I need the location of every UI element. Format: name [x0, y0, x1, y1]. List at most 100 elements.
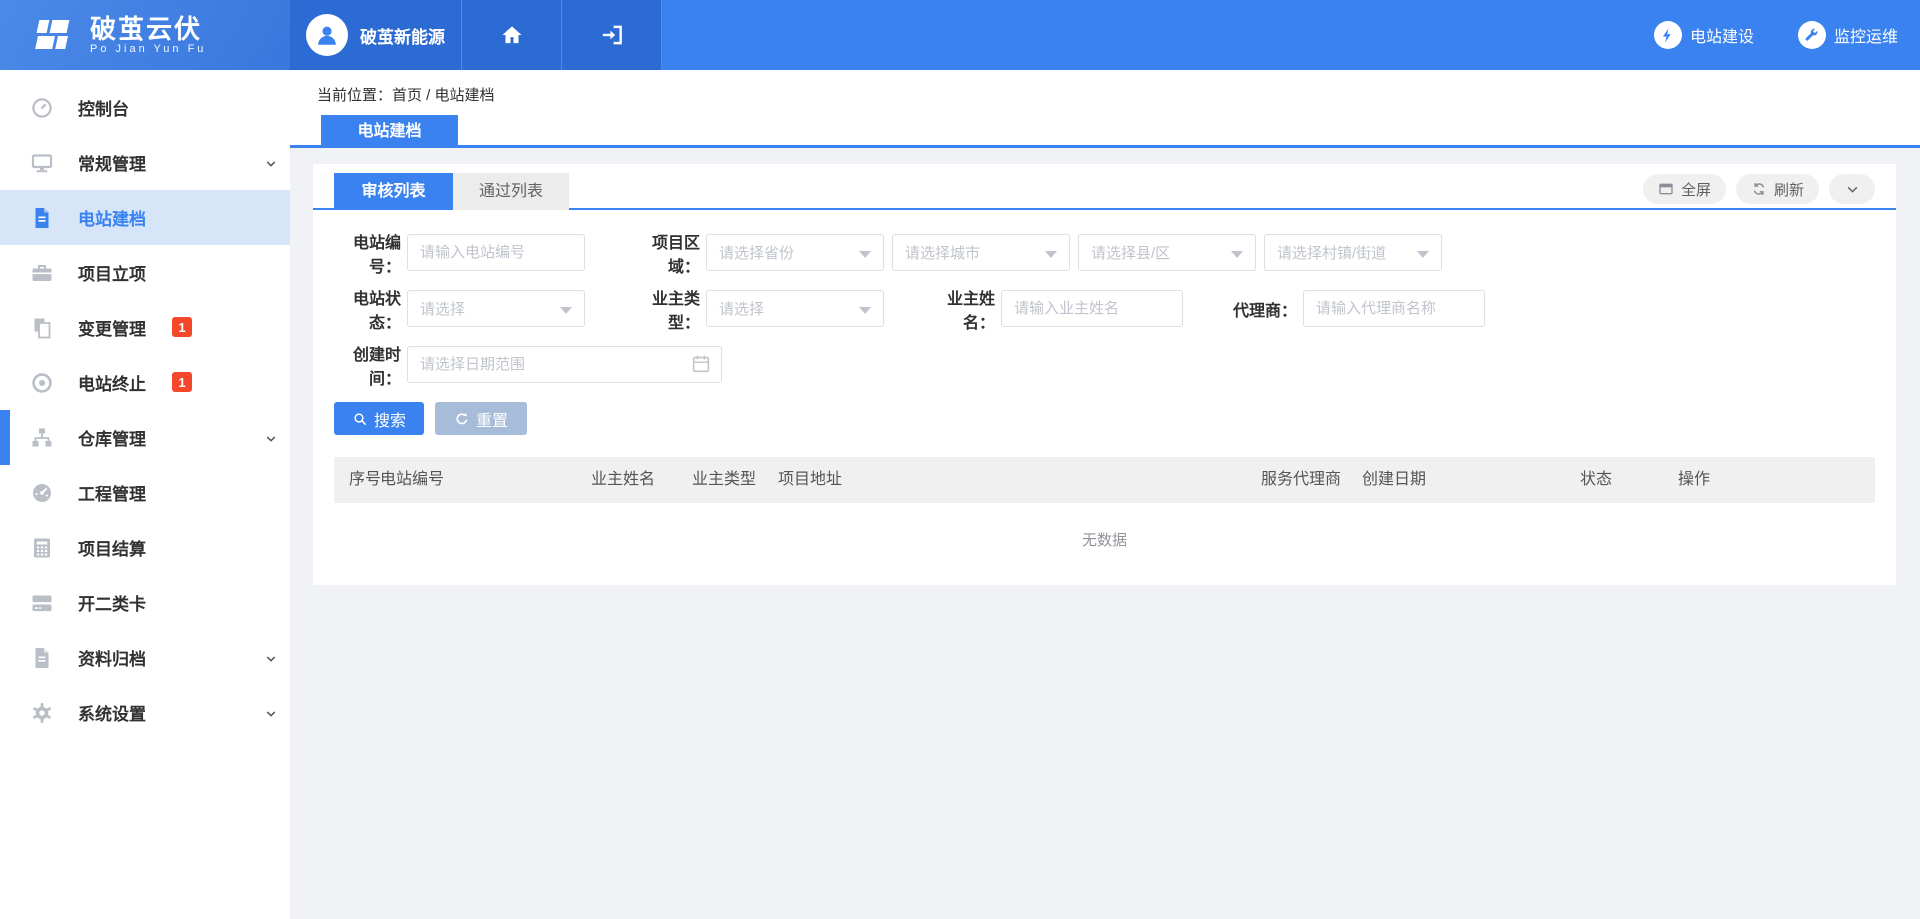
gauge-icon — [30, 481, 54, 505]
home-icon — [499, 22, 525, 48]
sidebar-item-data-archive[interactable]: 资料归档 — [0, 630, 290, 685]
sidebar: 控制台 常规管理 电站建档 项目立项 — [0, 70, 290, 919]
county-select[interactable]: 请选择县/区 — [1078, 234, 1256, 271]
station-status-select[interactable]: 请选择 — [407, 290, 585, 327]
col-address: 项目地址 — [778, 457, 842, 503]
city-select[interactable]: 请选择城市 — [892, 234, 1070, 271]
caret-down-icon — [859, 307, 871, 314]
caret-down-icon — [1045, 251, 1057, 258]
monitor-icon — [30, 151, 54, 175]
notification-badge: 1 — [172, 372, 192, 392]
station-status-label: 电站状态： — [334, 285, 407, 333]
col-owner-name: 业主姓名 — [591, 457, 655, 503]
date-range-input[interactable] — [407, 346, 722, 383]
sidebar-item-label: 常规管理 — [78, 150, 146, 175]
owner-type-label: 业主类型： — [636, 285, 706, 333]
home-button[interactable] — [462, 0, 562, 70]
collapse-filter-button[interactable] — [1829, 174, 1875, 204]
col-seq: 序号 — [349, 457, 381, 503]
logout-button[interactable] — [562, 0, 662, 70]
brand-logo-icon — [28, 17, 76, 53]
gear-icon — [30, 701, 54, 725]
chevron-down-icon — [266, 654, 276, 664]
tab-passed-list[interactable]: 通过列表 — [453, 173, 569, 210]
col-actions: 操作 — [1678, 457, 1710, 503]
search-icon — [352, 411, 368, 427]
panel-toolbar: 全屏 刷新 — [1643, 174, 1875, 204]
fullscreen-button[interactable]: 全屏 — [1643, 174, 1726, 204]
sidebar-item-console[interactable]: 控制台 — [0, 80, 290, 135]
bolt-icon — [1654, 21, 1682, 49]
province-select[interactable]: 请选择省份 — [706, 234, 884, 271]
nav-monitor-ops[interactable]: 监控运维 — [1798, 21, 1898, 49]
sidebar-item-engineering-mgmt[interactable]: 工程管理 — [0, 465, 290, 520]
archive-icon — [30, 646, 54, 670]
agent-input[interactable] — [1303, 290, 1485, 327]
search-button[interactable]: 搜索 — [334, 402, 424, 435]
sidebar-scrollbar-thumb[interactable] — [0, 410, 10, 465]
col-owner-type: 业主类型 — [692, 457, 756, 503]
copy-icon — [30, 316, 54, 340]
table-header: 序号 电站编号 业主姓名 业主类型 项目地址 服务代理商 创建日期 状态 操作 — [334, 457, 1875, 503]
chevron-down-icon — [266, 709, 276, 719]
page-tab-station-archive[interactable]: 电站建档 — [321, 115, 458, 148]
brand-name-en: Po Jian Yun Fu — [90, 43, 206, 55]
id-card-icon — [30, 591, 54, 615]
page-header: 当前位置：首页 / 电站建档 电站建档 — [290, 70, 1920, 148]
refresh-button[interactable]: 刷新 — [1736, 174, 1819, 204]
breadcrumb-path: 首页 / 电站建档 — [392, 87, 495, 104]
chevron-down-icon — [266, 159, 276, 169]
station-no-input[interactable] — [407, 234, 585, 271]
nav-station-build[interactable]: 电站建设 — [1654, 21, 1754, 49]
owner-name-label: 业主姓名： — [931, 285, 1001, 333]
sidebar-item-station-archive[interactable]: 电站建档 — [0, 190, 290, 245]
main-area: 当前位置：首页 / 电站建档 电站建档 审核列表 通过列表 全屏 — [290, 70, 1920, 919]
sidebar-item-label: 变更管理 — [78, 315, 146, 340]
fullscreen-label: 全屏 — [1681, 179, 1711, 200]
person-icon — [314, 22, 340, 48]
dashboard-icon — [30, 96, 54, 120]
nav-station-build-label: 电站建设 — [1690, 23, 1754, 47]
sidebar-item-project-initiation[interactable]: 项目立项 — [0, 245, 290, 300]
chevron-down-icon — [266, 434, 276, 444]
sidebar-item-change-mgmt[interactable]: 变更管理 1 — [0, 300, 290, 355]
calculator-icon — [30, 536, 54, 560]
sitemap-icon — [30, 426, 54, 450]
sidebar-item-warehouse-mgmt[interactable]: 仓库管理 — [0, 410, 290, 465]
top-bar: 破茧云伏 Po Jian Yun Fu 破茧新能源 — [0, 0, 1920, 70]
col-agent: 服务代理商 — [1261, 457, 1341, 503]
document-icon — [30, 206, 54, 230]
agent-label: 代理商： — [1233, 297, 1303, 321]
owner-type-select[interactable]: 请选择 — [706, 290, 884, 327]
sidebar-item-type2-card[interactable]: 开二类卡 — [0, 575, 290, 630]
sidebar-item-station-termination[interactable]: 电站终止 1 — [0, 355, 290, 410]
sidebar-item-project-settlement[interactable]: 项目结算 — [0, 520, 290, 575]
tab-review-list[interactable]: 审核列表 — [334, 173, 453, 210]
refresh-icon — [1751, 181, 1767, 197]
caret-down-icon — [560, 307, 572, 314]
brand-name-cn: 破茧云伏 — [90, 15, 206, 43]
calendar-icon[interactable] — [690, 353, 712, 375]
fullscreen-icon — [1658, 181, 1674, 197]
caret-down-icon — [1231, 251, 1243, 258]
town-select[interactable]: 请选择村镇/街道 — [1264, 234, 1442, 271]
created-time-label: 创建时间： — [334, 341, 407, 389]
briefcase-icon — [30, 261, 54, 285]
sidebar-item-label: 资料归档 — [78, 645, 146, 670]
breadcrumb: 当前位置：首页 / 电站建档 — [290, 70, 1920, 105]
sidebar-item-system-settings[interactable]: 系统设置 — [0, 685, 290, 740]
user-name: 破茧新能源 — [360, 23, 445, 48]
reset-icon — [454, 411, 470, 427]
notification-badge: 1 — [172, 317, 192, 337]
list-panel: 审核列表 通过列表 全屏 — [313, 164, 1896, 585]
owner-name-input[interactable] — [1001, 290, 1183, 327]
sidebar-item-label: 开二类卡 — [78, 590, 146, 615]
station-no-label: 电站编号： — [334, 229, 407, 277]
col-created: 创建日期 — [1362, 457, 1426, 503]
sidebar-item-label: 电站终止 — [78, 370, 146, 395]
user-menu[interactable]: 破茧新能源 — [290, 0, 462, 70]
avatar — [306, 14, 348, 56]
reset-button[interactable]: 重置 — [435, 402, 527, 435]
sidebar-item-general-mgmt[interactable]: 常规管理 — [0, 135, 290, 190]
sidebar-item-label: 项目结算 — [78, 535, 146, 560]
